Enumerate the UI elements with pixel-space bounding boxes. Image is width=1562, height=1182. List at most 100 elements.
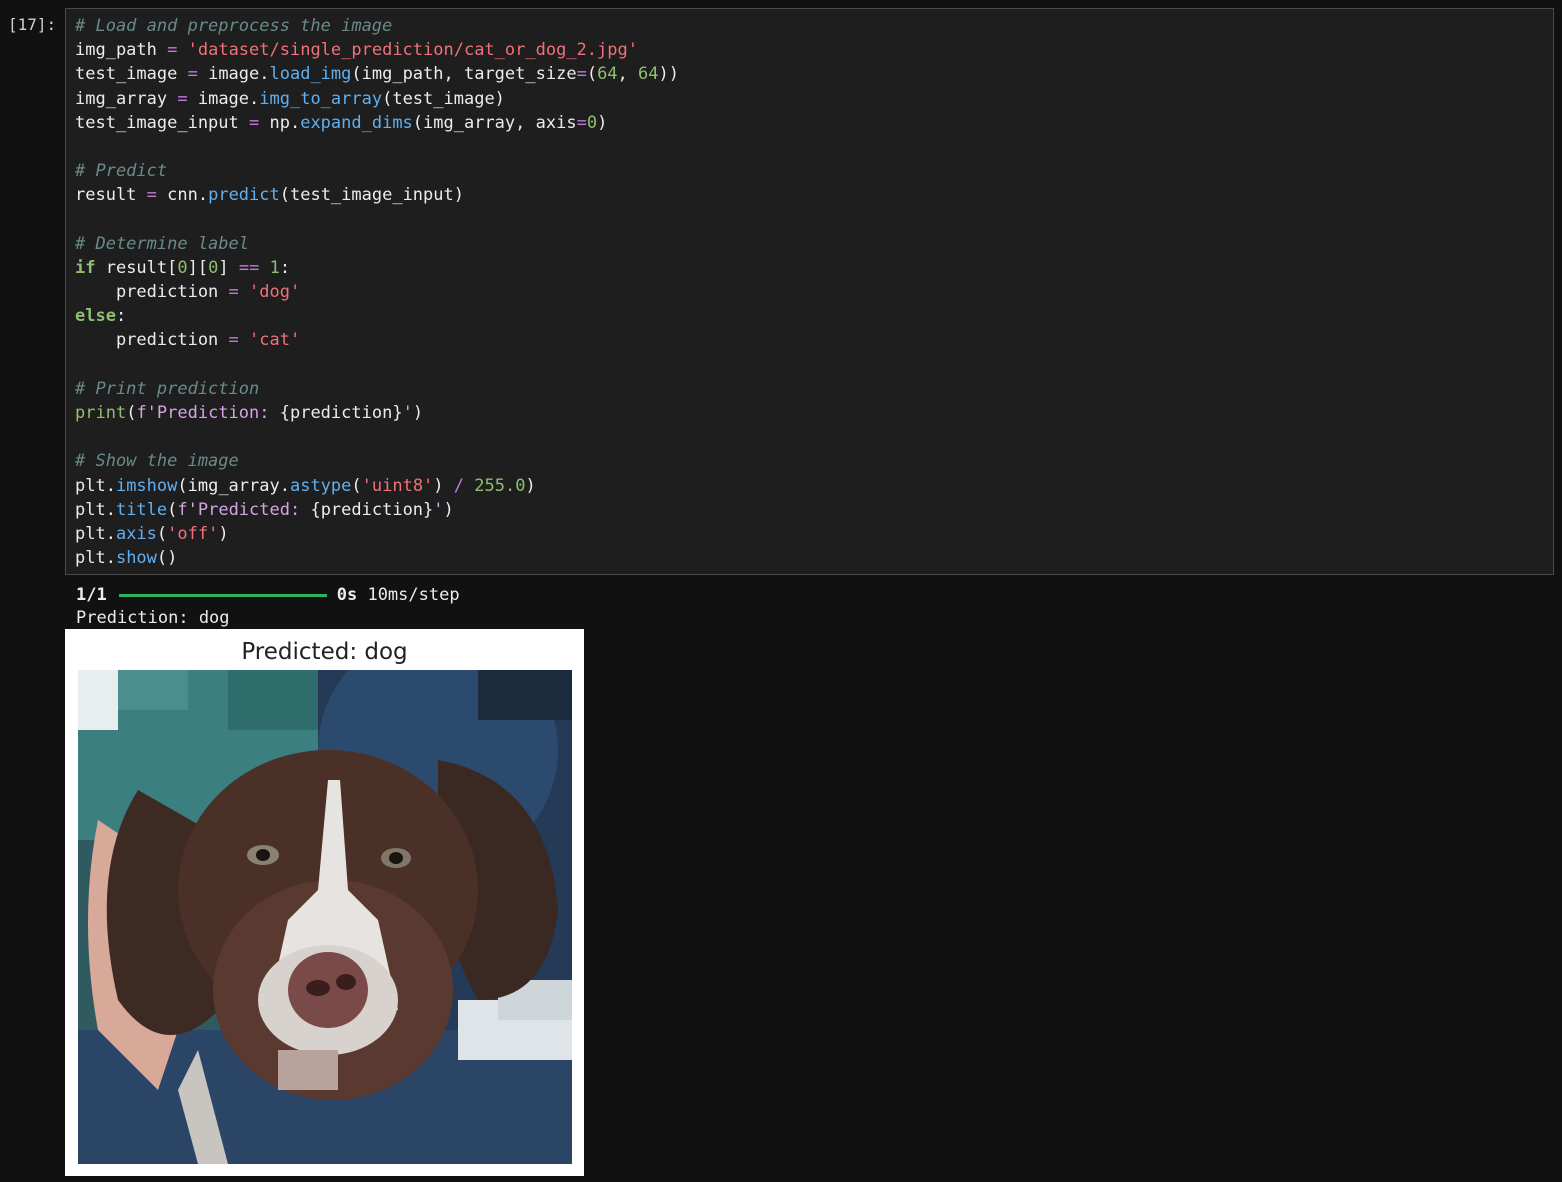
code-token: , <box>617 64 639 85</box>
code-token: = <box>187 64 198 85</box>
code-token: {prediction} <box>310 499 434 520</box>
code-token: result <box>75 185 147 206</box>
code-token: ) <box>597 112 608 133</box>
code-token: if <box>75 257 96 278</box>
code-token: title <box>115 499 168 520</box>
code-token: (test_image) <box>382 88 505 109</box>
code-token: cnn. <box>156 185 209 206</box>
code-token: () <box>156 548 178 569</box>
code-token: plt. <box>75 523 116 544</box>
code-token: # Predict <box>75 161 168 182</box>
code-token: : <box>115 306 127 327</box>
code-line: img_path = 'dataset/single_prediction/ca… <box>75 38 679 62</box>
code-line: prediction = 'dog' <box>75 280 679 304</box>
code-token: = <box>146 185 157 206</box>
code-token: 64 <box>638 64 659 85</box>
code-line: plt.title(f'Predicted: {prediction}') <box>75 498 679 522</box>
code-token: print <box>75 403 127 423</box>
code-token: ) <box>525 475 536 496</box>
code-token: f'Predicted: <box>177 499 311 520</box>
code-token: : <box>279 257 291 278</box>
code-line: # Predict <box>75 159 679 183</box>
code-block[interactable]: # Load and preprocess the image img_path … <box>75 14 679 570</box>
code-token: ] <box>218 257 239 278</box>
code-token: 64 <box>597 64 618 85</box>
code-token: prediction <box>75 282 229 303</box>
code-token: astype <box>289 475 352 496</box>
code-token: test_image_input <box>75 112 249 133</box>
code-token: img_to_array <box>259 88 383 109</box>
code-line: # Show the image <box>75 449 679 473</box>
code-token: plt. <box>75 548 116 569</box>
code-line: plt.axis('off') <box>75 522 679 546</box>
code-token: else <box>75 306 116 327</box>
code-token: 'uint8' <box>361 475 434 496</box>
code-token: = <box>249 112 260 133</box>
code-token: / <box>453 475 465 496</box>
figure-title: Predicted: dog <box>241 639 408 665</box>
code-token: img_array <box>75 88 178 109</box>
prediction-output: Prediction: dog <box>76 608 230 628</box>
cell-output: 1/1 0s 10ms/step Prediction: dog <box>76 584 460 630</box>
code-token: ][ <box>187 257 209 278</box>
code-token: result[ <box>95 257 178 278</box>
code-token: ( <box>167 499 178 520</box>
code-token: ( <box>586 64 598 85</box>
code-token: = <box>576 64 587 85</box>
code-token: ) <box>412 403 424 423</box>
code-token: # Load and preprocess the image <box>75 16 393 36</box>
code-line: if result[0][0] == 1: <box>75 256 679 280</box>
progress-rate: 10ms/step <box>367 585 460 605</box>
code-token: ) <box>443 499 454 520</box>
code-line: img_array = image.img_to_array(test_imag… <box>75 87 679 111</box>
code-token: ) <box>218 523 229 544</box>
code-line: result = cnn.predict(test_image_input) <box>75 183 679 207</box>
code-token: # Show the image <box>75 451 239 472</box>
code-token: axis <box>115 523 157 544</box>
code-token: (img_path, target_size <box>351 64 577 85</box>
code-token: 'cat' <box>249 330 301 351</box>
code-token: image. <box>187 88 260 109</box>
matplotlib-figure: Predicted: dog <box>65 629 584 1176</box>
progress-bar <box>118 594 327 597</box>
dog-image-svg <box>78 670 572 1164</box>
code-token: prediction <box>75 330 229 351</box>
code-line: plt.show() <box>75 546 679 570</box>
code-token: 0 <box>586 112 598 133</box>
code-token: img_path <box>75 40 168 61</box>
progress-count: 1/1 <box>76 585 107 605</box>
code-token: {prediction} <box>279 403 403 423</box>
dog-image <box>78 670 572 1164</box>
code-token: = <box>167 40 178 61</box>
code-token: = <box>576 112 587 133</box>
code-token: (img_array, axis <box>412 112 577 133</box>
code-token: == <box>238 257 260 278</box>
code-token: (test_image_input) <box>279 185 464 206</box>
code-line: prediction = 'cat' <box>75 328 679 352</box>
code-token: # Determine label <box>75 233 249 254</box>
code-token: )) <box>658 64 679 85</box>
code-token: imshow <box>115 475 178 496</box>
code-token: # Print prediction <box>75 378 260 399</box>
code-token: 'dataset/single_prediction/cat_or_dog_2.… <box>187 40 638 61</box>
code-token: predict <box>208 185 280 206</box>
code-line: test_image_input = np.expand_dims(img_ar… <box>75 111 679 135</box>
code-line: else: <box>75 304 679 328</box>
code-token: 0 <box>208 257 219 278</box>
code-token: test_image <box>75 64 188 85</box>
code-token: = <box>177 88 188 109</box>
code-token: plt. <box>75 475 116 496</box>
code-token: ( <box>351 475 362 496</box>
code-line: print(f'Prediction: {prediction}') <box>75 401 679 425</box>
code-token: load_img <box>269 64 352 85</box>
code-cell-editor[interactable]: # Load and preprocess the image img_path … <box>65 8 1554 575</box>
code-token: expand_dims <box>300 112 413 133</box>
code-token: 1 <box>269 257 280 278</box>
progress-line: 1/1 0s 10ms/step <box>76 584 460 607</box>
